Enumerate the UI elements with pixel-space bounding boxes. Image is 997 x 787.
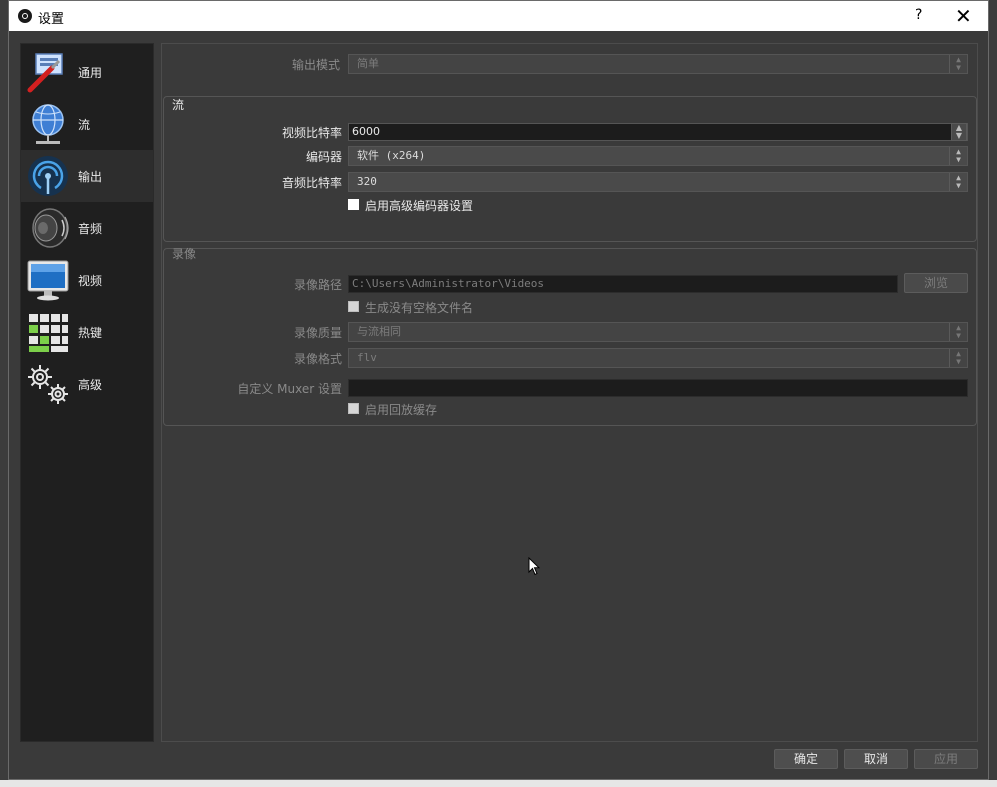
gears-icon (28, 365, 68, 404)
ok-button[interactable]: 确定 (774, 749, 838, 769)
recording-quality-label: 录像质量 (293, 326, 342, 340)
replay-buffer-label: 启用回放缓存 (365, 403, 438, 417)
settings-sidebar: 通用 流 输出 音频 视频 热键 高级 (20, 43, 154, 742)
obs-app-icon (18, 9, 32, 23)
title-bar: 设置 ? ✕ (9, 1, 988, 31)
output-settings-panel: 输出模式 简单 ▲ ▼ 流 视频比特率 6000 ▲ ▼ 编码器 软件 (x264)… (161, 43, 978, 742)
keyboard-icon (29, 314, 68, 352)
globe-stream-icon (32, 104, 64, 144)
no-space-filename-label: 生成没有空格文件名 (365, 301, 474, 315)
general-icon (27, 53, 63, 93)
mouse-cursor-icon (528, 557, 540, 576)
chevron-updown-icon: ▲ ▼ (949, 323, 967, 341)
sidebar-item-general[interactable]: 通用 (21, 46, 153, 98)
sidebar-item-output[interactable]: 输出 (21, 150, 153, 202)
cancel-button[interactable]: 取消 (844, 749, 908, 769)
monitor-icon (27, 260, 69, 301)
encoder-select[interactable]: 软件 (x264) ▲ ▼ (348, 146, 968, 166)
audio-bitrate-select[interactable]: 320 ▲ ▼ (348, 172, 968, 192)
audio-bitrate-label: 音频比特率 (281, 176, 342, 190)
sidebar-item-label: 流 (78, 118, 91, 132)
advanced-encoder-label: 启用高级编码器设置 (365, 199, 474, 213)
video-bitrate-label: 视频比特率 (281, 126, 342, 140)
window-title: 设置 (38, 12, 65, 27)
recording-path-field[interactable]: C:\Users\Administrator\Videos (348, 275, 898, 293)
stream-group-title: 流 (172, 98, 185, 112)
no-space-filename-checkbox[interactable] (348, 301, 359, 312)
antenna-output-icon (28, 156, 68, 196)
recording-format-label: 录像格式 (293, 352, 342, 366)
recording-group-title: 录像 (172, 247, 197, 261)
encoder-label: 编码器 (305, 150, 342, 164)
sidebar-item-label: 热键 (78, 326, 103, 340)
browse-button[interactable]: 浏览 (904, 273, 968, 293)
sidebar-item-hotkeys[interactable]: 热键 (21, 306, 153, 358)
sidebar-item-audio[interactable]: 音频 (21, 202, 153, 254)
recording-format-select[interactable]: flv ▲ ▼ (348, 348, 968, 368)
output-mode-select[interactable]: 简单 ▲ ▼ (348, 54, 968, 74)
sidebar-item-label: 通用 (78, 66, 103, 80)
output-mode-label: 输出模式 (291, 58, 340, 72)
chevron-updown-icon: ▲ ▼ (949, 349, 967, 367)
chevron-updown-icon: ▲ ▼ (949, 55, 967, 73)
custom-muxer-field[interactable] (348, 379, 968, 397)
sidebar-item-label: 视频 (78, 274, 103, 288)
recording-quality-select[interactable]: 与流相同 ▲ ▼ (348, 322, 968, 342)
speaker-icon (32, 208, 69, 248)
custom-muxer-label: 自定义 Muxer 设置 (237, 382, 342, 396)
sidebar-item-video[interactable]: 视频 (21, 254, 153, 306)
sidebar-item-label: 输出 (78, 170, 103, 184)
help-button[interactable]: ? (915, 7, 922, 23)
sidebar-item-advanced[interactable]: 高级 (21, 358, 153, 410)
stream-group (163, 96, 977, 242)
sidebar-item-label: 高级 (78, 378, 103, 392)
chevron-updown-icon: ▲ ▼ (949, 147, 967, 165)
apply-button[interactable]: 应用 (914, 749, 978, 769)
settings-dialog: 设置 ? ✕ 通用 流 输出 音频 视频 热键 高级 输出模式 简单 ▲ ▼ 流… (8, 0, 989, 780)
video-bitrate-spinbox[interactable]: 6000 ▲ ▼ (348, 123, 968, 141)
replay-buffer-checkbox[interactable] (348, 403, 359, 414)
sidebar-item-label: 音频 (78, 222, 103, 236)
spin-arrows-icon[interactable]: ▲ ▼ (951, 123, 967, 141)
close-button[interactable]: ✕ (955, 4, 972, 28)
chevron-updown-icon: ▲ ▼ (949, 173, 967, 191)
recording-path-label: 录像路径 (293, 278, 342, 292)
advanced-encoder-checkbox[interactable] (348, 199, 359, 210)
background-app-footer (0, 780, 997, 787)
sidebar-item-stream[interactable]: 流 (21, 98, 153, 150)
